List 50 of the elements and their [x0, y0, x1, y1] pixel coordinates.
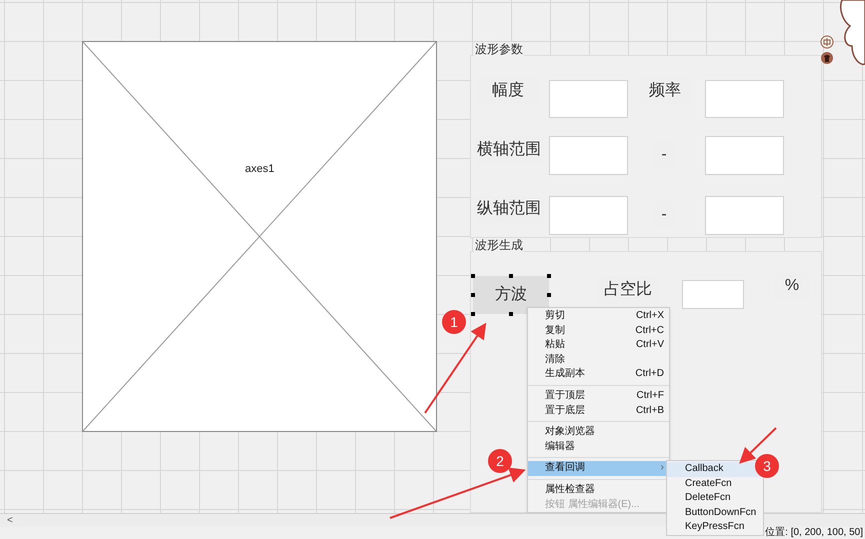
shortcut-label: Ctrl+F — [636, 388, 664, 403]
selection-handle[interactable] — [471, 312, 475, 316]
axes[interactable]: axes1 — [82, 41, 437, 432]
menu-item-label: 清除 — [545, 352, 565, 367]
edit-field[interactable] — [705, 136, 784, 175]
shortcut-label: Ctrl+B — [636, 404, 664, 418]
selection-handle[interactable] — [471, 274, 475, 278]
menu-item[interactable]: 属性检查器 — [528, 482, 669, 498]
menu-item-label: 置于顶层 — [545, 388, 585, 403]
edit-field[interactable] — [549, 80, 628, 118]
scroll-left-arrow[interactable]: < — [7, 513, 13, 528]
shortcut-label: Ctrl+X — [636, 309, 664, 323]
submenu-arrow: › — [660, 461, 664, 476]
menu-item[interactable]: 复制 Ctrl+C — [528, 324, 669, 338]
menu-item-label: 查看回调 — [545, 461, 585, 476]
selection-handle[interactable] — [547, 293, 551, 297]
menu-item-label: 置于底层 — [545, 404, 585, 418]
menu-item-label: 编辑器 — [545, 440, 575, 454]
edit-field[interactable] — [705, 80, 784, 118]
menu-item-label: 粘贴 — [545, 338, 565, 352]
position-readout: 位置: [0, 200, 100, 50] — [765, 527, 863, 539]
selection-handle[interactable] — [509, 274, 513, 278]
edit-field[interactable] — [682, 280, 744, 309]
menu-item-label: 按钮 属性编辑器(E)... — [545, 498, 640, 512]
selection-handle[interactable] — [509, 312, 513, 316]
placeholder-cross-icon — [83, 42, 436, 431]
shirt-icon[interactable] — [820, 51, 834, 65]
menu-item[interactable]: 置于底层 Ctrl+B — [528, 404, 669, 418]
shortcut-label: Ctrl+C — [635, 324, 664, 338]
menu-item-label: 复制 — [545, 324, 565, 338]
menu-item-label: 生成副本 — [545, 367, 585, 382]
edit-field[interactable] — [705, 196, 784, 235]
menu-item[interactable]: 查看回调 › — [528, 461, 669, 476]
menu-item[interactable]: 置于顶层 Ctrl+F — [528, 388, 669, 404]
menu-item-label: 对象浏览器 — [545, 425, 595, 440]
menu-item-label: 属性检查器 — [545, 482, 595, 497]
menu-item[interactable]: 编辑器 — [528, 440, 669, 454]
panel-title: 波形参数 — [474, 42, 524, 56]
menu-item[interactable]: 生成副本 Ctrl+D — [528, 367, 669, 382]
edit-field[interactable] — [549, 136, 628, 175]
shortcut-label: Ctrl+D — [635, 367, 664, 382]
selection-handle[interactable] — [471, 293, 475, 297]
menu-item[interactable]: 对象浏览器 — [528, 425, 669, 440]
menu-item[interactable]: 清除 — [528, 352, 669, 368]
selection-handle[interactable] — [547, 274, 551, 278]
menu-item[interactable]: 粘贴 Ctrl+V — [528, 338, 669, 353]
edit-field[interactable] — [549, 196, 628, 235]
menu-item[interactable]: Callback — [667, 462, 763, 477]
panel-title: 波形生成 — [474, 238, 524, 252]
shortcut-label: Ctrl+V — [636, 338, 664, 352]
